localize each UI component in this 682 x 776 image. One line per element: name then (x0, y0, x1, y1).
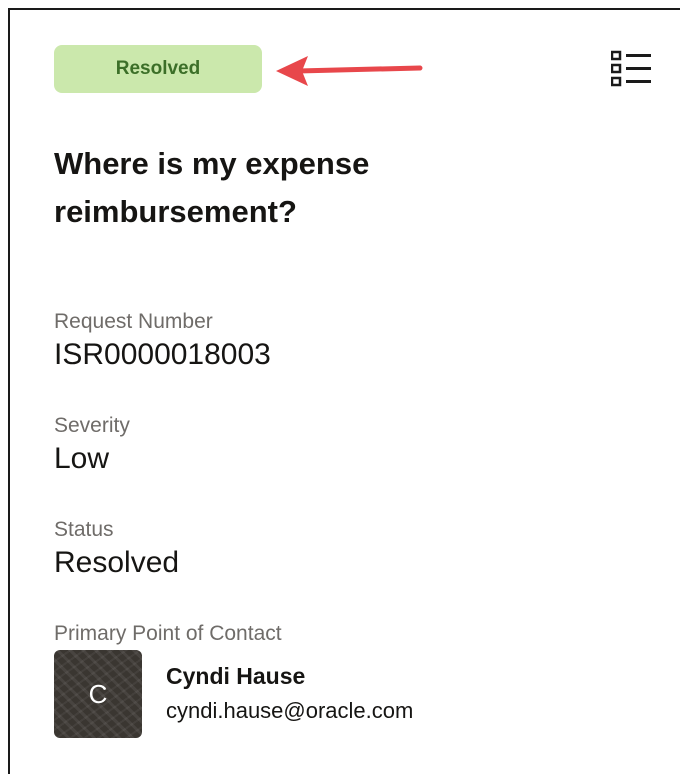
avatar-initial: C (88, 678, 108, 709)
primary-contact-label: Primary Point of Contact (54, 622, 282, 645)
list-icon[interactable] (611, 50, 653, 92)
contact-name[interactable]: Cyndi Hause (166, 663, 305, 690)
status-badge: Resolved (54, 45, 262, 93)
request-number-value: ISR0000018003 (54, 338, 271, 371)
severity-label: Severity (54, 414, 130, 437)
status-value: Resolved (54, 546, 180, 579)
contact-email[interactable]: cyndi.hause@oracle.com (166, 698, 413, 724)
severity-value: Low (54, 442, 110, 475)
status-badge-label: Resolved (115, 58, 201, 79)
annotation-arrow-icon (276, 56, 423, 86)
avatar[interactable]: C (54, 650, 142, 738)
page-title: Where is my expense reimbursement? (54, 146, 370, 229)
status-label: Status (54, 518, 114, 541)
request-number-label: Request Number (54, 310, 213, 333)
